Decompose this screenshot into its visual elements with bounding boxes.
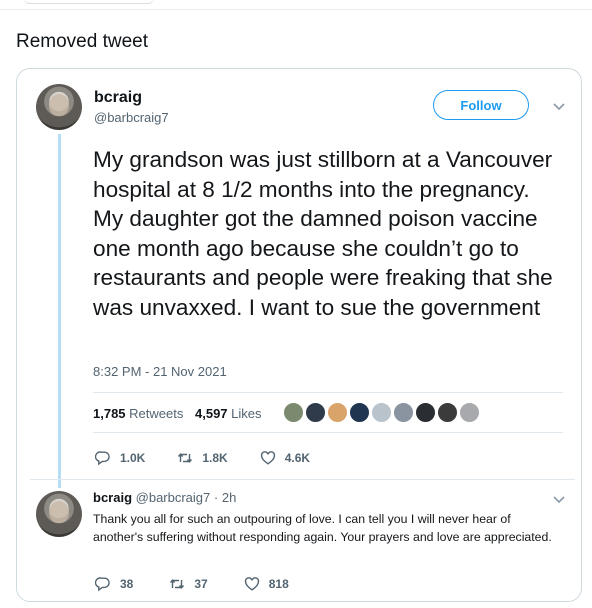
- divider: [93, 392, 563, 393]
- thread-line: [58, 134, 61, 488]
- like-count: 4.6K: [284, 451, 311, 465]
- follow-button[interactable]: Follow: [433, 90, 529, 120]
- divider: [30, 479, 575, 480]
- liker-avatar[interactable]: [326, 401, 349, 424]
- heart-icon: [260, 451, 275, 465]
- reply-count: 1.0K: [120, 451, 146, 465]
- avatar[interactable]: [36, 84, 82, 130]
- reply-count: 38: [120, 577, 134, 591]
- retweet-count: 1.8K: [202, 451, 228, 465]
- liker-avatar[interactable]: [348, 401, 371, 424]
- chevron-down-icon[interactable]: [551, 491, 567, 507]
- liker-avatar[interactable]: [414, 401, 437, 424]
- divider: [93, 432, 563, 433]
- engagement-stats: 1,785 Retweets 4,597 Likes: [93, 406, 262, 421]
- like-button[interactable]: 818: [244, 576, 289, 592]
- reply-button[interactable]: 1.0K: [95, 450, 145, 466]
- reply-author-name[interactable]: bcraig: [93, 490, 132, 505]
- reply-author-handle[interactable]: @barbcraig7: [136, 490, 211, 505]
- liker-avatar[interactable]: [370, 401, 393, 424]
- tweet-timestamp[interactable]: 8:32 PM - 21 Nov 2021: [93, 364, 227, 379]
- liker-avatar[interactable]: [282, 401, 305, 424]
- like-count: 818: [268, 577, 289, 591]
- avatar[interactable]: [36, 491, 82, 537]
- retweets-label[interactable]: Retweets: [129, 406, 183, 421]
- tweet-actions: 1.0K 1.8K 4.6K: [95, 450, 342, 466]
- page-caption: Removed tweet: [16, 31, 149, 52]
- retweets-count[interactable]: 1,785: [93, 406, 126, 421]
- cut-off-element: [24, 0, 154, 4]
- reply-icon: [95, 451, 110, 466]
- retweet-count: 37: [194, 577, 208, 591]
- separator-dot: ·: [213, 490, 219, 505]
- tweet-text: My grandson was just stillborn at a Vanc…: [93, 147, 553, 320]
- reply-icon: [95, 577, 110, 592]
- top-strip: [0, 0, 592, 10]
- likes-count[interactable]: 4,597: [195, 406, 228, 421]
- author-name[interactable]: bcraig: [94, 89, 142, 107]
- retweet-icon: [178, 453, 193, 463]
- liker-avatar[interactable]: [458, 401, 481, 424]
- reply-header: bcraig @barbcraig7 · 2h: [93, 490, 236, 505]
- liker-avatar[interactable]: [436, 401, 459, 424]
- likes-label[interactable]: Likes: [231, 406, 261, 421]
- retweet-icon: [170, 579, 185, 589]
- reply-time[interactable]: 2h: [222, 490, 236, 505]
- retweet-button[interactable]: 1.8K: [177, 450, 228, 466]
- reply-text: Thank you all for such an outpouring of …: [93, 512, 552, 545]
- like-button[interactable]: 4.6K: [260, 450, 310, 466]
- heart-icon: [244, 577, 259, 591]
- retweet-button[interactable]: 37: [169, 576, 208, 592]
- liker-avatar[interactable]: [304, 401, 327, 424]
- liker-avatar[interactable]: [392, 401, 415, 424]
- reply-actions: 38 37 818: [95, 576, 325, 592]
- author-handle[interactable]: @barbcraig7: [94, 110, 169, 125]
- chevron-down-icon[interactable]: [551, 98, 567, 114]
- liker-avatars[interactable]: [282, 401, 481, 425]
- reply-button[interactable]: 38: [95, 576, 133, 592]
